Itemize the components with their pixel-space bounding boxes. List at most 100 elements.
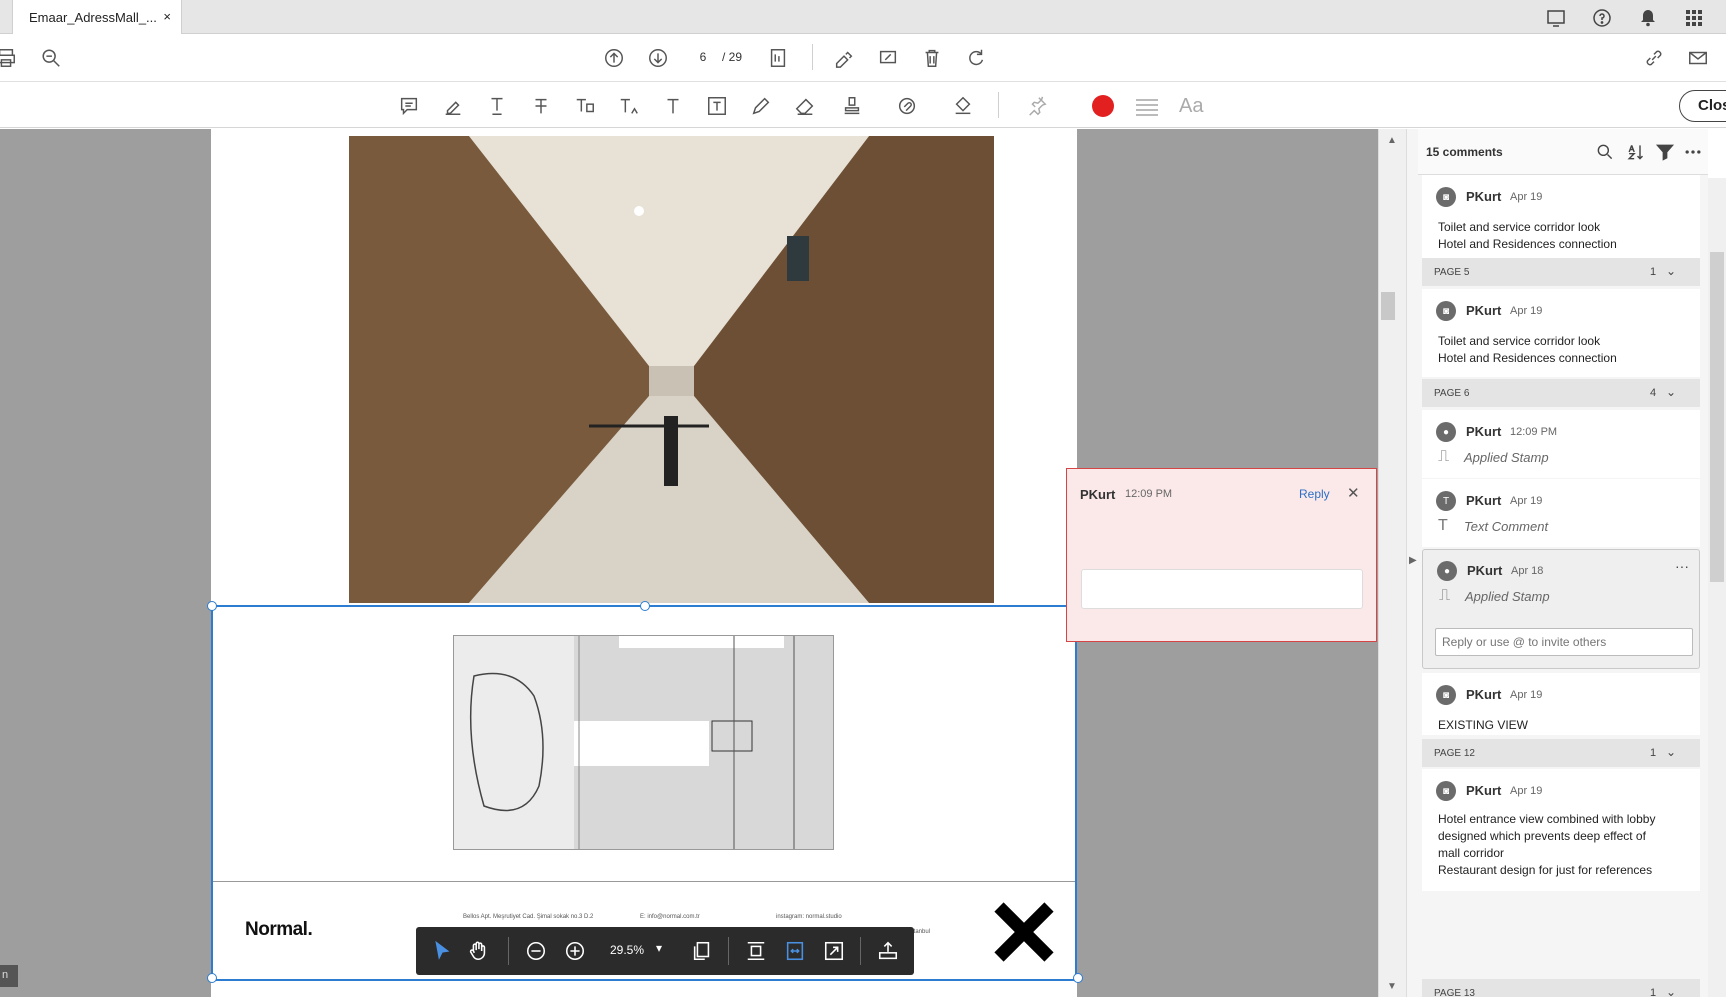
comment-date: Apr 19 — [1510, 495, 1543, 507]
comment-card[interactable]: ◙ PKurt Apr 19 Toilet and service corrid… — [1422, 175, 1700, 258]
line-weight-icon[interactable] — [1136, 97, 1158, 116]
fit-page-icon[interactable] — [744, 939, 768, 963]
filter-icon[interactable] — [1654, 141, 1676, 163]
comments-scroll-thumb[interactable] — [1710, 252, 1724, 582]
delete-icon[interactable] — [918, 44, 946, 72]
previous-page-icon[interactable] — [600, 44, 628, 72]
close-comment-mode-button[interactable]: Clos — [1679, 90, 1726, 122]
attach-icon[interactable] — [893, 92, 921, 120]
font-settings-label[interactable]: Aa — [1179, 95, 1203, 118]
section-label: PAGE 13 — [1434, 988, 1475, 997]
chevron-down-icon[interactable]: ⌄ — [1666, 985, 1676, 997]
comment-author: PKurt — [1466, 303, 1502, 318]
eraser-icon[interactable] — [791, 92, 819, 120]
share-screen-icon[interactable] — [1544, 6, 1568, 30]
section-count: 1 — [1650, 266, 1657, 278]
scroll-up-icon[interactable]: ▲ — [1387, 135, 1397, 146]
popup-close-icon[interactable]: ✕ — [1347, 484, 1360, 502]
zoom-in-icon[interactable] — [563, 939, 587, 963]
section-label: PAGE 6 — [1434, 388, 1470, 399]
section-page-5[interactable]: PAGE 5 1 ⌄ — [1422, 258, 1700, 286]
measure-icon[interactable] — [876, 939, 900, 963]
document-scrollbar[interactable]: ▲ ▼ — [1378, 129, 1406, 997]
scroll-down-icon[interactable]: ▼ — [1387, 981, 1397, 992]
replace-text-icon[interactable] — [571, 92, 599, 120]
rotate-icon[interactable] — [962, 44, 990, 72]
section-count: 1 — [1650, 747, 1657, 759]
page-thumbnails-icon[interactable] — [690, 939, 714, 963]
strikethrough-text-icon[interactable] — [527, 92, 555, 120]
document-scroll-thumb[interactable] — [1381, 292, 1395, 320]
comment-card[interactable]: ◙ PKurt Apr 19 Hotel entrance view combi… — [1422, 769, 1700, 891]
text-box-icon[interactable] — [703, 92, 731, 120]
comment-date: Apr 18 — [1511, 565, 1544, 577]
select-cursor-icon[interactable] — [430, 939, 454, 963]
more-options-icon[interactable] — [1682, 141, 1704, 163]
comment-text: Hotel and Residences connection — [1438, 237, 1617, 251]
comment-more-icon[interactable]: ··· — [1675, 558, 1689, 574]
resize-handle[interactable] — [1073, 973, 1083, 983]
add-text-icon[interactable] — [659, 92, 687, 120]
stamp-icon[interactable] — [838, 92, 866, 120]
document-tab-title: Emaar_AdressMall_... — [29, 10, 157, 25]
email-icon[interactable] — [1684, 44, 1712, 72]
chevron-down-icon[interactable]: ⌄ — [1666, 264, 1676, 278]
comment-author: PKurt — [1467, 563, 1503, 578]
popup-comment-input[interactable] — [1081, 569, 1363, 609]
resize-handle[interactable] — [207, 973, 217, 983]
comment-card[interactable]: ◙ PKurt Apr 19 EXISTING VIEW — [1422, 673, 1700, 735]
apps-grid-icon[interactable] — [1682, 6, 1706, 30]
selection-box[interactable] — [207, 601, 1083, 983]
sign-icon[interactable] — [830, 44, 858, 72]
comment-type-icon: ◙ — [1436, 781, 1456, 801]
document-tab[interactable]: Emaar_AdressMall_... × — [12, 0, 182, 35]
section-page-6[interactable]: PAGE 6 4 ⌄ — [1422, 379, 1700, 407]
sticky-note-icon[interactable] — [395, 92, 423, 120]
search-icon[interactable] — [37, 44, 65, 72]
hand-tool-icon[interactable] — [466, 939, 490, 963]
popup-reply-link[interactable]: Reply — [1299, 487, 1330, 501]
resize-handle[interactable] — [640, 601, 650, 611]
zoom-out-icon[interactable] — [524, 939, 548, 963]
comment-card[interactable]: ◙ PKurt Apr 19 Toilet and service corrid… — [1422, 289, 1700, 377]
chevron-down-icon[interactable]: ⌄ — [1666, 385, 1676, 399]
edit-pdf-icon[interactable] — [874, 44, 902, 72]
underline-text-icon[interactable] — [483, 92, 511, 120]
color-picker-icon[interactable] — [1092, 95, 1114, 117]
chevron-down-icon[interactable]: ⌄ — [1666, 745, 1676, 759]
popup-time: 12:09 PM — [1125, 488, 1173, 500]
bell-icon[interactable] — [1636, 6, 1660, 30]
resize-handle[interactable] — [207, 601, 217, 611]
highlight-icon[interactable] — [439, 92, 467, 120]
page-layout-icon[interactable] — [764, 44, 792, 72]
comment-card-selected[interactable]: ● PKurt Apr 18 ··· ⎍ Applied Stamp — [1422, 549, 1700, 669]
fullscreen-icon[interactable] — [822, 939, 846, 963]
zoom-level[interactable]: 29.5% — [610, 943, 644, 957]
navigation-toolbar — [0, 34, 1726, 82]
fit-width-icon[interactable] — [783, 939, 807, 963]
stamp-icon: ⎍ — [1438, 448, 1450, 465]
shapes-icon[interactable] — [949, 92, 977, 120]
section-page-12[interactable]: PAGE 12 1 ⌄ — [1422, 739, 1700, 767]
close-tab-icon[interactable]: × — [163, 9, 171, 24]
page-number-input[interactable] — [686, 46, 720, 68]
section-page-13[interactable]: PAGE 13 1 ⌄ — [1422, 979, 1700, 997]
pencil-icon[interactable] — [747, 92, 775, 120]
help-icon[interactable] — [1590, 6, 1614, 30]
comment-card[interactable]: T PKurt Apr 19 T Text Comment — [1422, 479, 1700, 547]
insert-text-icon[interactable] — [615, 92, 643, 120]
comment-text: Toilet and service corridor look — [1438, 334, 1601, 348]
stamp-icon: ⎍ — [1439, 587, 1451, 604]
collapse-panel-icon[interactable]: ▶ — [1409, 555, 1417, 566]
zoom-dropdown-icon[interactable]: ▾ — [656, 941, 662, 955]
print-icon[interactable] — [0, 44, 20, 72]
panel-divider[interactable]: ▶ — [1406, 129, 1418, 997]
sort-icon[interactable] — [1624, 141, 1646, 163]
comment-popup[interactable]: PKurt 12:09 PM Reply ✕ — [1066, 468, 1377, 642]
comment-card[interactable]: ● PKurt 12:09 PM ⎍ Applied Stamp — [1422, 410, 1700, 478]
link-icon[interactable] — [1640, 44, 1668, 72]
search-comments-icon[interactable] — [1594, 141, 1616, 163]
next-page-icon[interactable] — [644, 44, 672, 72]
reply-input[interactable] — [1435, 628, 1693, 656]
comment-author: PKurt — [1466, 189, 1502, 204]
